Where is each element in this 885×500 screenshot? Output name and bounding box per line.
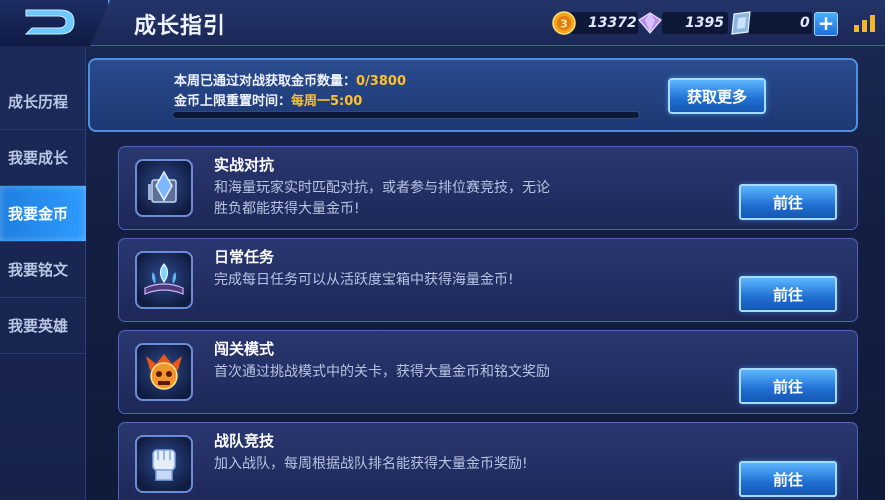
go-button-daily-task[interactable]: 前往: [739, 276, 837, 312]
signal-strength-icon: [854, 15, 875, 32]
card-pvp: 实战对抗 和海量玩家实时匹配对抗，或者参与排位赛竞技，无论胜负都能获得大量金币!…: [118, 146, 858, 230]
back-arrow-icon: [24, 9, 75, 35]
card-title: 闯关模式: [214, 340, 275, 358]
reset-time-value: 每周一5:00: [291, 94, 363, 109]
weekly-gold-panel: 本周已通过对战获取金币数量：0/3800 金币上限重置时间：每周一5:00 获取…: [88, 58, 858, 132]
diamond-icon: [638, 12, 662, 34]
weekly-gold-line: 本周已通过对战获取金币数量：0/3800: [174, 70, 406, 89]
add-currency-button[interactable]: +: [814, 12, 838, 36]
daily-task-book-icon: [135, 251, 193, 309]
card-description: 完成每日任务可以从活跃度宝箱中获得海量金币!: [214, 272, 514, 288]
pvp-trophy-icon: [135, 159, 193, 217]
reset-time-label: 金币上限重置时间：: [174, 94, 292, 109]
card-title: 战队竞技: [214, 432, 275, 450]
sidebar-item-hero[interactable]: 我要英雄: [0, 298, 86, 354]
sidebar-item-gold[interactable]: 我要金币: [0, 186, 86, 242]
get-more-button[interactable]: 获取更多: [668, 78, 766, 114]
back-button[interactable]: [0, 0, 110, 46]
gold-value: 13372: [588, 15, 637, 31]
sidebar-item-inscription[interactable]: 我要铭文: [0, 242, 86, 298]
card-dungeon: 闯关模式 首次通过挑战模式中的关卡，获得大量金币和铭文奖励 前往: [118, 330, 858, 414]
card-team-battle: 战队竞技 加入战队，每周根据战队排名能获得大量金币奖励! 前往: [118, 422, 858, 500]
gold-coin-icon: 3: [552, 11, 576, 35]
diamond-counter: 1395: [637, 9, 724, 37]
card-daily-task: 日常任务 完成每日任务可以从活跃度宝箱中获得海量金币! 前往: [118, 238, 858, 322]
go-button-dungeon[interactable]: 前往: [739, 368, 837, 404]
weekly-gold-label: 本周已通过对战获取金币数量：: [174, 74, 357, 89]
voucher-crystal-icon: [731, 11, 751, 35]
page-title: 成长指引: [134, 14, 227, 39]
top-bar: 成长指引 3 13372 1395 0 +: [0, 0, 885, 46]
card-description: 和海量玩家实时匹配对抗，或者参与排位赛竞技，无论胜负都能获得大量金币!: [214, 180, 550, 217]
svg-text:3: 3: [560, 18, 568, 31]
sidebar: 成长历程 我要成长 我要金币 我要铭文 我要英雄: [0, 46, 86, 500]
weekly-gold-value: 0/3800: [356, 74, 406, 89]
weekly-gold-progress-bar: [172, 111, 640, 119]
go-button-team-battle[interactable]: 前往: [739, 461, 837, 497]
card-title: 实战对抗: [214, 156, 275, 174]
team-fist-icon: [135, 435, 193, 493]
card-description: 首次通过挑战模式中的关卡，获得大量金币和铭文奖励: [214, 364, 550, 380]
diamond-value: 1395: [685, 15, 724, 31]
voucher-counter: 0: [728, 9, 810, 37]
sidebar-item-growth-history[interactable]: 成长历程: [0, 74, 86, 130]
gold-counter: 3 13372: [552, 9, 637, 37]
sidebar-item-grow[interactable]: 我要成长: [0, 130, 86, 186]
voucher-value: 0: [800, 15, 810, 31]
dungeon-skull-icon: [135, 343, 193, 401]
card-title: 日常任务: [214, 248, 275, 266]
reset-time-line: 金币上限重置时间：每周一5:00: [174, 90, 362, 109]
go-button-pvp[interactable]: 前往: [739, 184, 837, 220]
card-description: 加入战队，每周根据战队排名能获得大量金币奖励!: [214, 456, 528, 472]
